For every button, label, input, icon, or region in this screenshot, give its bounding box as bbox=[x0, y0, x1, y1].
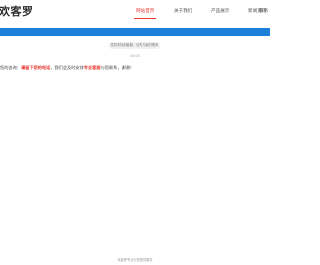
message-highlight-phone: 请留下您的电话 bbox=[20, 65, 51, 70]
header: 欢客罗 网站首页 关于我们 产品展示 新闻资讯 服务 bbox=[0, 0, 270, 26]
chat-message: 您的咨询：请留下您的电话，我们会及时安排专业客服与您联系，谢谢！ bbox=[0, 65, 134, 71]
message-highlight-service: 专业客服 bbox=[83, 65, 101, 70]
message-mid: ，我们会及时安排 bbox=[50, 65, 84, 70]
footer-text: 欢客罗专业为您提供服务 bbox=[117, 258, 153, 262]
chat-header-bar bbox=[0, 28, 270, 36]
nav-active-indicator bbox=[134, 18, 156, 19]
message-timestamp: 00:00 bbox=[130, 54, 140, 58]
nav-item-service[interactable]: 服务 bbox=[259, 9, 268, 15]
nav-item-home[interactable]: 网站首页 bbox=[136, 9, 154, 15]
message-prefix: 您的咨询： bbox=[0, 65, 21, 70]
nav-item-about[interactable]: 关于我们 bbox=[174, 9, 192, 15]
system-notice: 您暂未找到客服，请先与我们联系 bbox=[109, 42, 160, 49]
message-suffix: 与您联系，谢谢！ bbox=[100, 65, 135, 70]
nav-item-products[interactable]: 产品展示 bbox=[211, 9, 229, 15]
